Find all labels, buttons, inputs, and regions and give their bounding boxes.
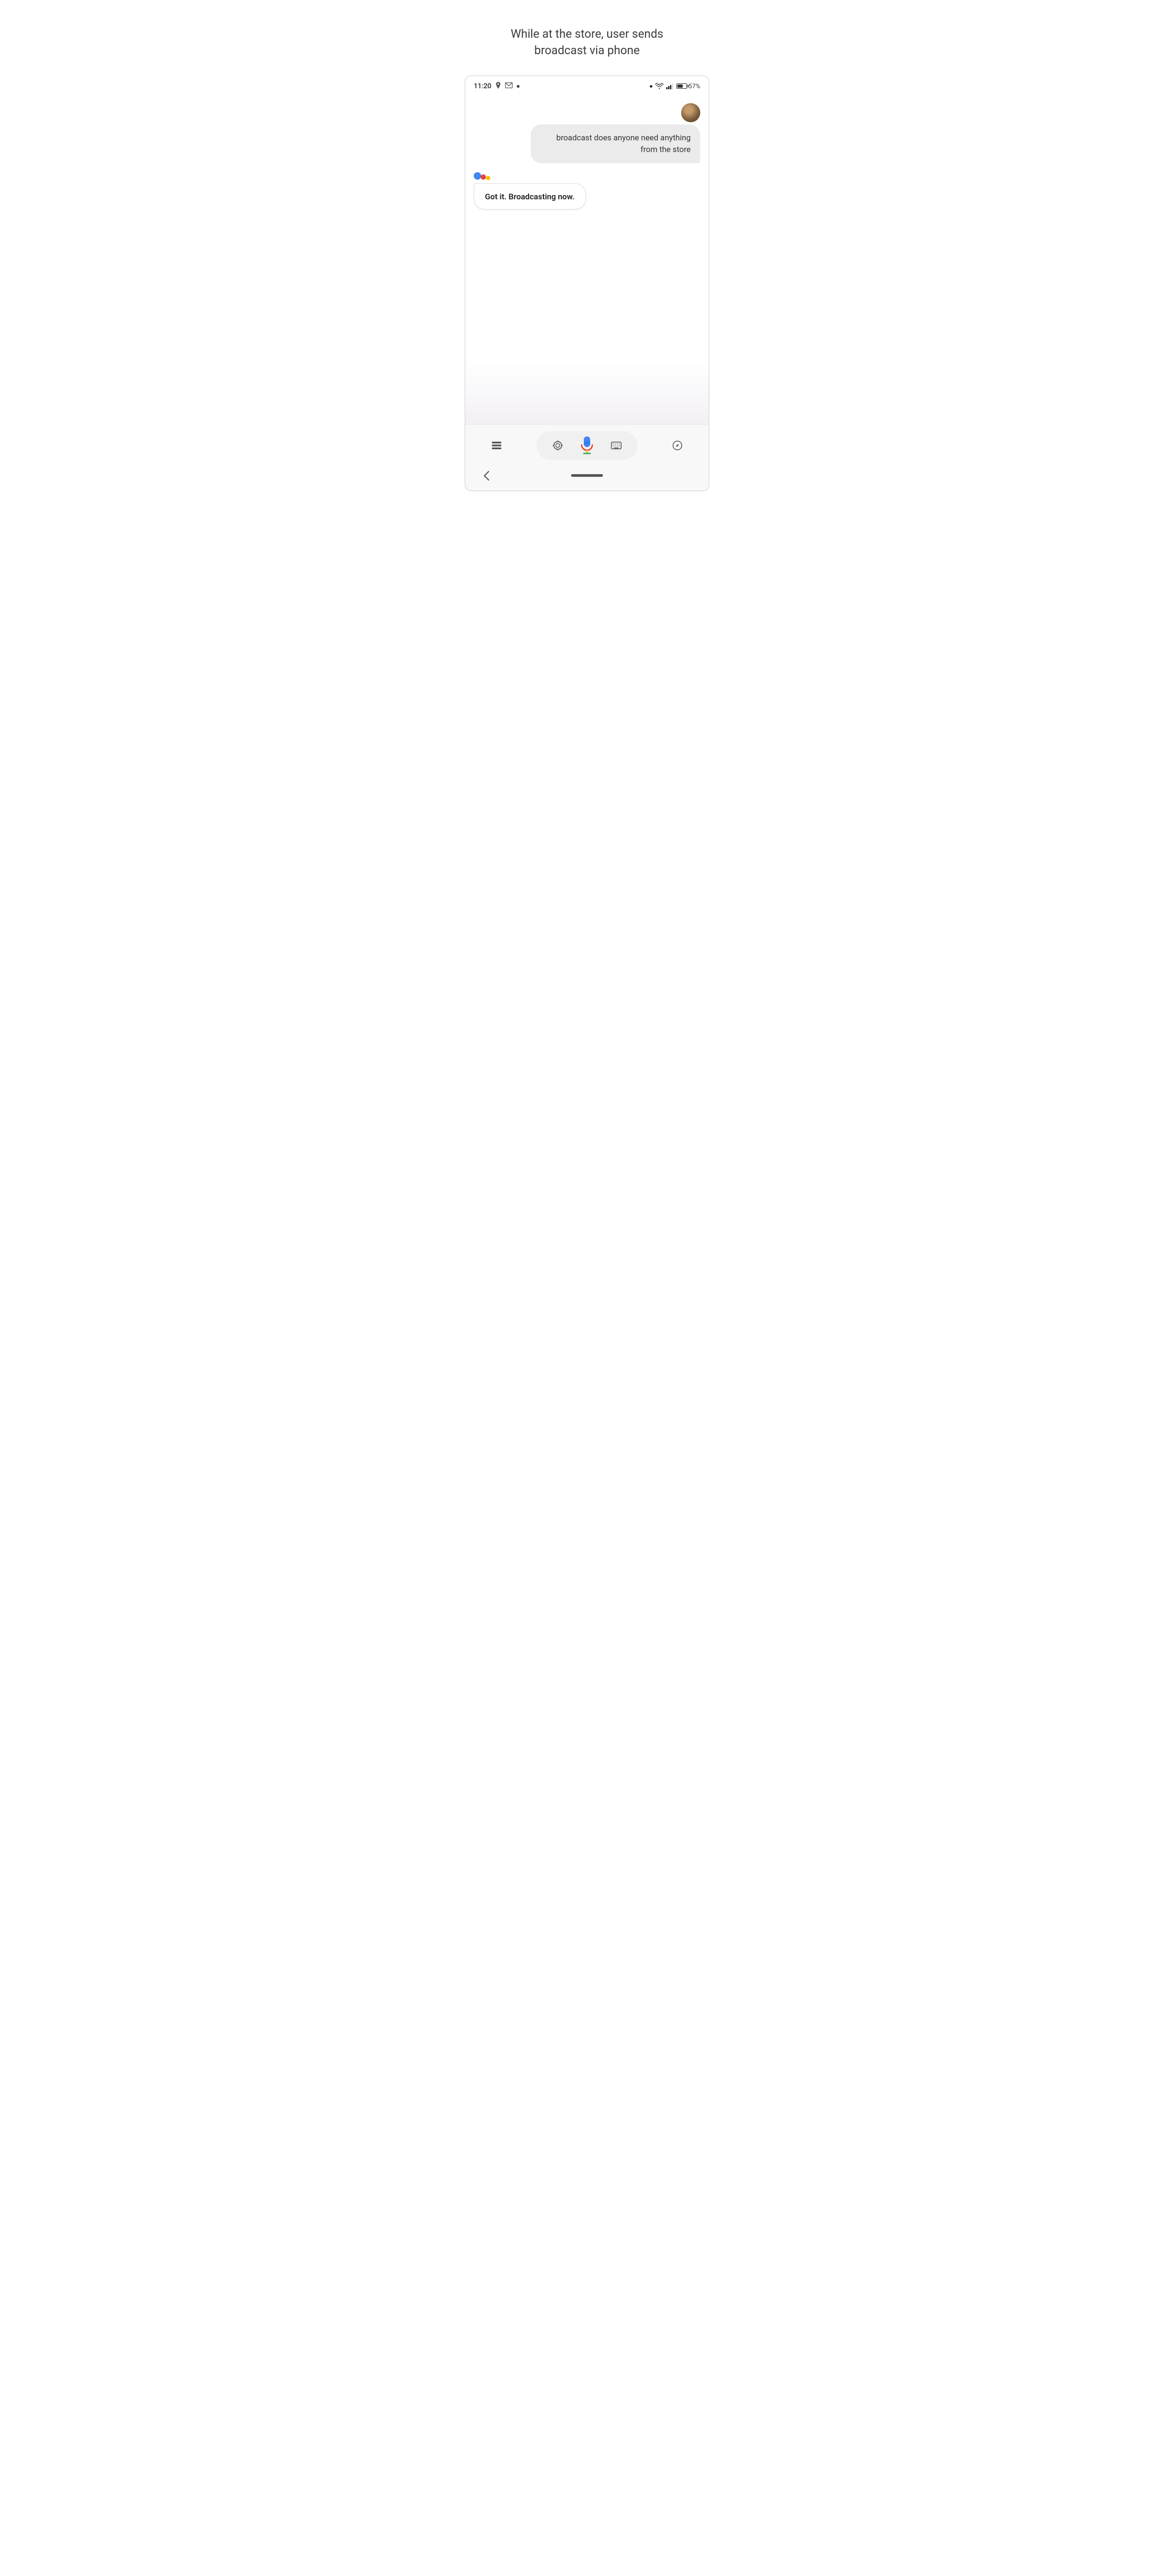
- signal-bars-icon: [666, 81, 674, 91]
- keyboard-icon-button[interactable]: [606, 435, 627, 456]
- notification-dot: [517, 85, 519, 88]
- menu-icon-button[interactable]: [486, 435, 507, 456]
- dot-blue: [474, 172, 481, 180]
- user-message-bubble: broadcast does anyone need anything from…: [531, 124, 701, 163]
- status-time: 11:20: [474, 82, 491, 90]
- compass-icon-button[interactable]: [667, 435, 688, 456]
- dot-yellow: [486, 176, 490, 180]
- mic-pill: [536, 431, 638, 460]
- wifi-icon: [655, 81, 664, 91]
- battery-icon: [676, 83, 687, 89]
- user-message-container: broadcast does anyone need anything from…: [474, 103, 700, 163]
- microphone-icon: [580, 436, 594, 455]
- page-title: While at the store, user sends broadcast…: [510, 27, 663, 60]
- status-right: 57%: [650, 81, 700, 91]
- page-title-area: While at the store, user sends broadcast…: [489, 11, 684, 75]
- status-bar: 11:20: [465, 76, 709, 95]
- battery-indicator: 57%: [676, 82, 700, 90]
- back-arrow-icon: [483, 470, 490, 481]
- phone-frame: 11:20: [465, 75, 709, 491]
- lens-icon-button[interactable]: [547, 435, 568, 456]
- battery-percent: 57%: [689, 82, 700, 90]
- microphone-button[interactable]: [576, 434, 598, 457]
- keyboard-icon: [610, 440, 622, 451]
- nav-actions: [465, 431, 709, 460]
- system-nav: [465, 466, 709, 486]
- bottom-gradient: [465, 360, 709, 424]
- avatar-image: [681, 103, 700, 122]
- dot-red: [481, 174, 486, 180]
- email-icon: [505, 82, 513, 90]
- back-button[interactable]: [476, 468, 497, 483]
- chat-area: broadcast does anyone need anything from…: [465, 95, 709, 360]
- assistant-message-bubble: Got it. Broadcasting now.: [474, 183, 586, 209]
- signal-dot: [650, 85, 652, 88]
- location-icon: [496, 82, 501, 90]
- lens-icon: [552, 440, 564, 451]
- nav-bottom: [465, 424, 709, 491]
- menu-icon: [491, 440, 502, 451]
- user-message-text: broadcast does anyone need anything from…: [556, 133, 691, 155]
- assistant-message-container: Got it. Broadcasting now.: [474, 172, 700, 209]
- assistant-message-text: Got it. Broadcasting now.: [485, 192, 575, 201]
- home-pill[interactable]: [571, 474, 603, 477]
- user-avatar: [681, 103, 700, 122]
- compass-icon: [672, 440, 683, 451]
- google-assistant-dots: [474, 172, 490, 180]
